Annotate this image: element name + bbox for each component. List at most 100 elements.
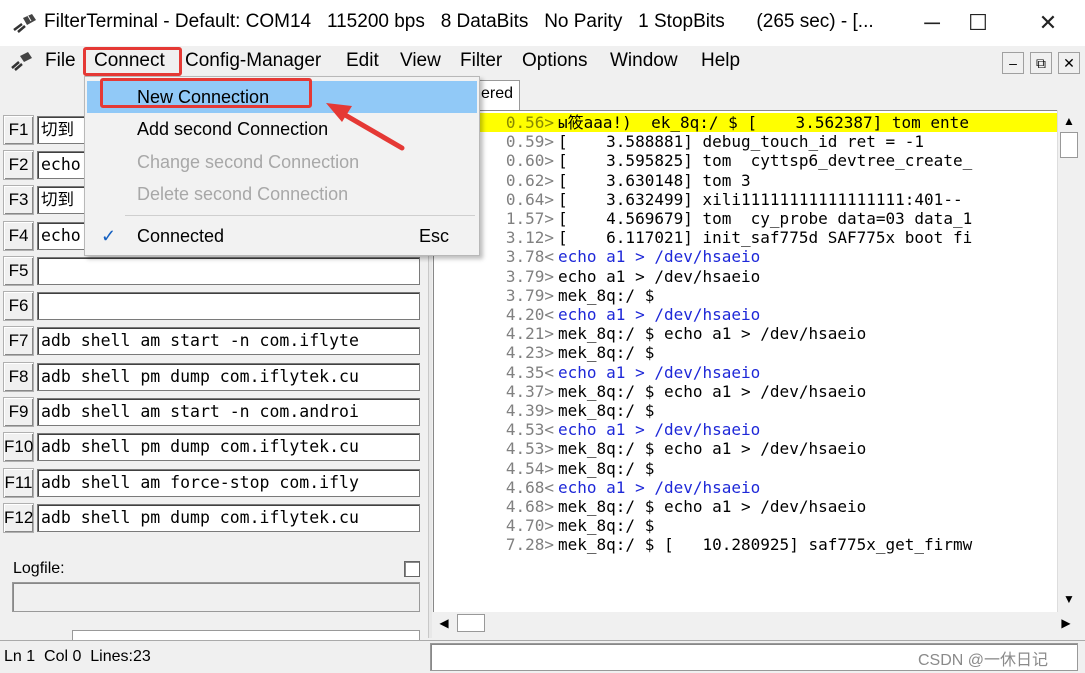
logfile-checkbox[interactable] (404, 561, 420, 577)
terminal-line: 7.28> mek_8q:/ $ [ 10.280925] saf775x_get… (434, 535, 1057, 554)
fkey-button-f12[interactable]: F12 (3, 503, 34, 533)
line-text: mek_8q:/ $ (558, 516, 655, 536)
line-text: [ 3.595825] tom cyttsp6_devtree_create_ (558, 151, 973, 171)
line-text: mek_8q:/ $ echo a1 > /dev/hsaeio (558, 324, 867, 344)
fkey-command-f7[interactable]: adb shell am start -n com.iflyte (37, 327, 420, 355)
fkey-command-f9[interactable]: adb shell am start -n com.androi (37, 398, 420, 426)
mdi-restore-button[interactable]: ⧉ (1030, 52, 1052, 74)
menu-item-connected[interactable]: ✓ Connected Esc (87, 220, 477, 252)
menu-window[interactable]: Window (610, 50, 678, 72)
terminal-line: 0.62>[ 3.630148] tom 3 (434, 171, 1057, 190)
minimize-button[interactable]: ─ (912, 8, 952, 38)
scroll-left-arrow-icon[interactable]: ◀ (435, 614, 453, 632)
tab-label: ered (481, 85, 514, 102)
terminal-line: 3.79> mek_8q:/ $ (434, 286, 1057, 305)
terminal-line: 4.68> mek_8q:/ $ echo a1 > /dev/hsaeio (434, 497, 1057, 516)
line-text: echo a1 > /dev/hsaeio (558, 362, 761, 382)
fkey-button-f11[interactable]: F11 (3, 468, 34, 498)
menu-options[interactable]: Options (522, 50, 587, 72)
menu-filter[interactable]: Filter (460, 50, 502, 72)
scroll-up-arrow-icon[interactable]: ▲ (1061, 112, 1077, 130)
menu-view[interactable]: View (400, 50, 441, 72)
menu-item-change-second-connection: Change second Connection (87, 146, 477, 178)
fkey-row: F9 adb shell am start -n com.androi (0, 397, 428, 427)
terminal-tab-strip (432, 76, 1085, 110)
terminal-line: 4.35< echo a1 > /dev/hsaeio (434, 363, 1057, 382)
terminal-line: 4.53> mek_8q:/ $ echo a1 > /dev/hsaeio (434, 439, 1057, 458)
port-combo[interactable] (72, 630, 420, 640)
fkey-command-f8[interactable]: adb shell pm dump com.iflytek.cu (37, 363, 420, 391)
menu-item-label: Delete second Connection (137, 184, 349, 204)
app-plug-icon (13, 14, 36, 33)
window-title: FilterTerminal - Default: COM14 115200 b… (44, 11, 874, 32)
line-text: [ 3.632499] xili11111111111111111:401-- (558, 189, 963, 209)
line-text: [ 3.588881] debug_touch_id ret = -1 (558, 132, 925, 152)
fkey-command-f6[interactable] (37, 292, 420, 320)
fkey-button-f3[interactable]: F3 (3, 185, 34, 215)
fkey-row: F11 adb shell am force-stop com.ifly (0, 468, 428, 498)
logfile-path-field[interactable] (12, 582, 420, 612)
menu-item-add-second-connection[interactable]: Add second Connection (87, 113, 477, 145)
line-text: echo a1 > /dev/hsaeio (558, 305, 761, 324)
shortcut-label: Esc (418, 226, 449, 246)
line-timestamp: 4.54> (505, 458, 554, 478)
line-timestamp: 4.21> (505, 324, 554, 344)
title-bar: FilterTerminal - Default: COM14 115200 b… (0, 0, 1085, 46)
mdi-close-button[interactable]: ✕ (1058, 52, 1080, 74)
menu-config-manager[interactable]: Config-Manager (185, 50, 321, 72)
mdi-minimize-button[interactable]: – (1002, 52, 1024, 74)
line-timestamp: 3.79> (505, 285, 554, 305)
fkey-row: F5 (0, 256, 428, 286)
watermark-text: CSDN @一休日记 (918, 652, 1049, 669)
terminal-line: 0.56> ы筱aaa!) ek_8q:/ $ [ 3.562387] tom e… (434, 113, 1057, 132)
fkey-button-f10[interactable]: F10 (3, 432, 34, 462)
menu-edit[interactable]: Edit (346, 50, 379, 72)
fkey-command-f10[interactable]: adb shell pm dump com.iflytek.cu (37, 433, 420, 461)
scroll-thumb[interactable] (457, 614, 485, 632)
checkmark-icon: ✓ (101, 226, 117, 246)
fkey-command-f5[interactable] (37, 257, 420, 285)
status-position-text: Ln 1 Col 0 Lines:23 (4, 648, 151, 665)
fkey-button-f9[interactable]: F9 (3, 397, 34, 427)
line-timestamp: 4.39> (505, 401, 554, 420)
menu-help[interactable]: Help (701, 50, 740, 72)
fkey-button-f5[interactable]: F5 (3, 256, 34, 286)
close-button[interactable]: ✕ (1028, 8, 1068, 38)
scroll-right-arrow-icon[interactable]: ▶ (1057, 614, 1075, 632)
line-text: mek_8q:/ $ (558, 285, 655, 305)
fkey-button-f8[interactable]: F8 (3, 362, 34, 392)
line-timestamp: 4.37> (505, 381, 554, 401)
terminal-line: 0.64>[ 3.632499] xili11111111111111111:4… (434, 190, 1057, 209)
line-text: mek_8q:/ $ echo a1 > /dev/hsaeio (558, 439, 867, 459)
terminal-line: 0.59>[ 3.588881] debug_touch_id ret = -1 (434, 132, 1057, 151)
fkey-row: F6 (0, 291, 428, 321)
fkey-command-f12[interactable]: adb shell pm dump com.iflytek.cu (37, 504, 420, 532)
fkey-button-f1[interactable]: F1 (3, 115, 34, 145)
line-timestamp: 4.53< (505, 420, 554, 440)
scroll-down-arrow-icon[interactable]: ▼ (1061, 590, 1077, 608)
annotation-arrow-icon (326, 103, 405, 151)
line-text: echo a1 > /dev/hsaeio (558, 266, 761, 286)
terminal-line: 4.23> mek_8q:/ $ (434, 343, 1057, 362)
menu-file[interactable]: File (45, 50, 76, 72)
annotation-box-connect (83, 47, 182, 76)
terminal-line: 4.20< echo a1 > /dev/hsaeio (434, 305, 1057, 324)
scroll-thumb[interactable] (1060, 132, 1078, 158)
line-text: [ 3.630148] tom 3 (558, 170, 751, 190)
line-timestamp: 4.70> (505, 516, 554, 536)
maximize-button[interactable]: ☐ (958, 8, 998, 38)
fkey-button-f6[interactable]: F6 (3, 291, 34, 321)
fkey-row: F10 adb shell pm dump com.iflytek.cu (0, 432, 428, 462)
terminal-line: 4.54> mek_8q:/ $ (434, 459, 1057, 478)
fkey-button-f2[interactable]: F2 (3, 150, 34, 180)
terminal-output[interactable]: 0.56> ы筱aaa!) ek_8q:/ $ [ 3.562387] tom e… (433, 110, 1057, 612)
horizontal-scrollbar[interactable]: ◀ ▶ (433, 612, 1079, 634)
fkey-command-f11[interactable]: adb shell am force-stop com.ifly (37, 469, 420, 497)
fkey-button-f4[interactable]: F4 (3, 221, 34, 251)
line-text: [ 6.117021] init_saf775d SAF775x boot fi (558, 228, 973, 248)
document-plug-icon[interactable] (10, 50, 34, 72)
line-text: mek_8q:/ $ (558, 401, 655, 420)
fkey-button-f7[interactable]: F7 (3, 326, 34, 356)
vertical-scrollbar[interactable]: ▲ ▼ (1057, 110, 1079, 612)
line-timestamp: 4.53> (505, 439, 554, 459)
